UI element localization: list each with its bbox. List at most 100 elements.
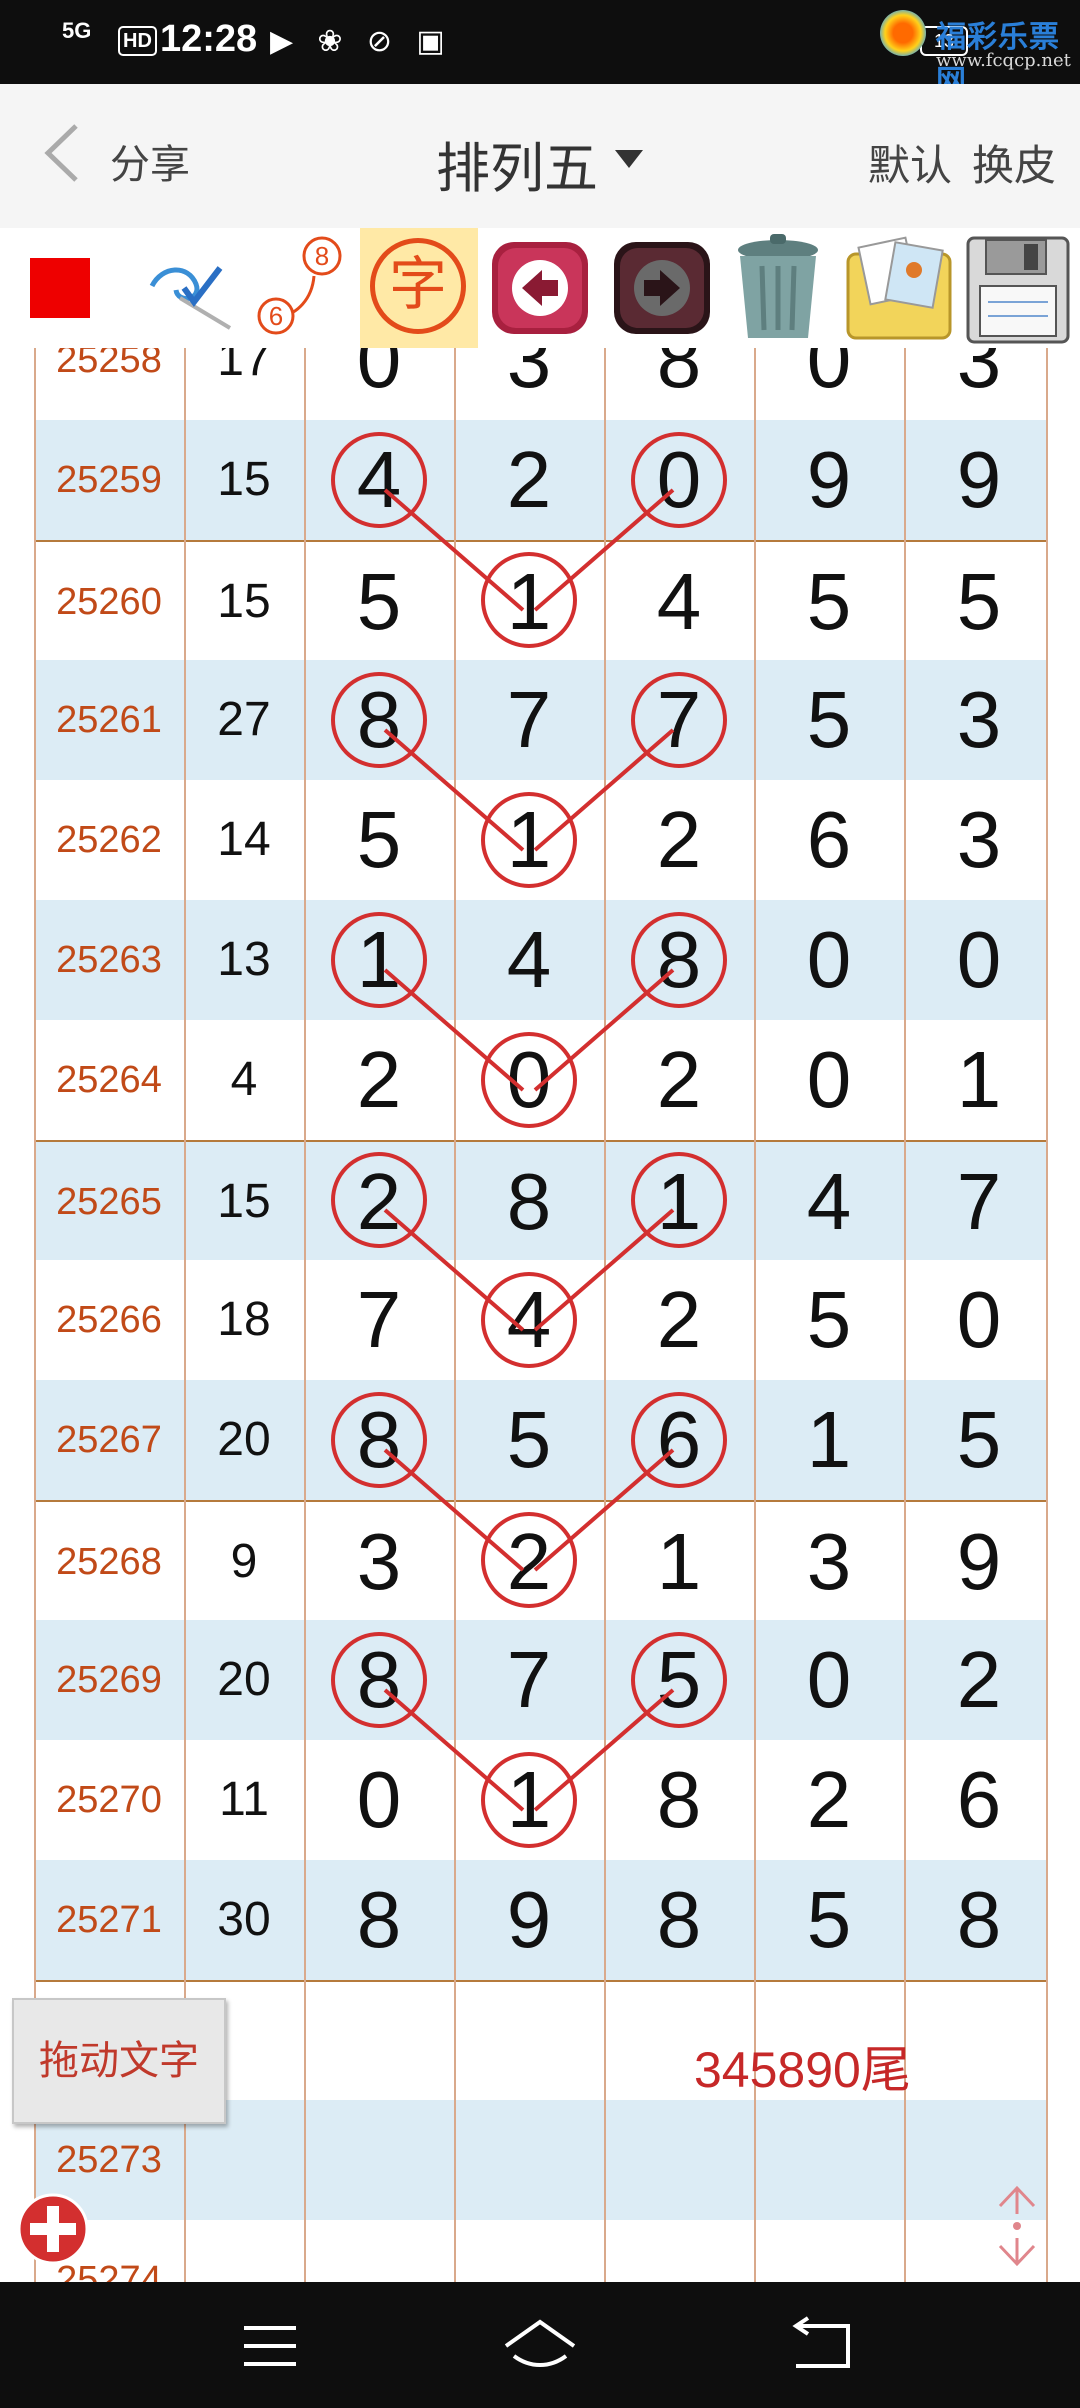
- draw-digit[interactable]: 5: [754, 660, 904, 780]
- draw-digit[interactable]: 1: [454, 542, 604, 662]
- back-nav-icon[interactable]: [782, 2316, 862, 2376]
- draw-digit[interactable]: 6: [904, 1740, 1054, 1860]
- draw-digit[interactable]: 5: [754, 542, 904, 662]
- default-button[interactable]: 默认: [868, 132, 952, 193]
- draw-digit[interactable]: 4: [604, 542, 754, 662]
- page-title[interactable]: 排列五: [436, 124, 598, 203]
- draw-digit[interactable]: 2: [604, 1020, 754, 1140]
- undo-arrow-icon[interactable]: [488, 228, 592, 348]
- draw-digit[interactable]: 7: [904, 1142, 1054, 1262]
- counter-tool-icon[interactable]: 8 6: [252, 228, 348, 348]
- draw-digit[interactable]: 2: [454, 1502, 604, 1622]
- draw-digit[interactable]: [454, 1982, 604, 2102]
- draw-digit[interactable]: 5: [754, 1860, 904, 1980]
- draw-digit[interactable]: 5: [304, 780, 454, 900]
- home-icon[interactable]: [500, 2316, 580, 2376]
- draw-digit[interactable]: 1: [304, 900, 454, 1020]
- draw-digit[interactable]: 7: [304, 1260, 454, 1380]
- draw-digit[interactable]: 8: [604, 348, 754, 420]
- draw-digit[interactable]: 3: [904, 780, 1054, 900]
- draw-digit[interactable]: 6: [754, 780, 904, 900]
- draw-digit[interactable]: 9: [904, 1502, 1054, 1622]
- draw-digit[interactable]: 3: [904, 660, 1054, 780]
- color-swatch-red[interactable]: [30, 258, 90, 318]
- draw-digit[interactable]: 0: [304, 348, 454, 420]
- draw-digit[interactable]: 8: [304, 1620, 454, 1740]
- draw-digit[interactable]: 1: [754, 1380, 904, 1500]
- draw-digit[interactable]: [304, 2100, 454, 2220]
- draw-digit[interactable]: 7: [604, 660, 754, 780]
- redo-arrow-icon[interactable]: [610, 228, 714, 348]
- draw-digit[interactable]: 1: [454, 780, 604, 900]
- draw-digit[interactable]: 0: [304, 1740, 454, 1860]
- draw-digit[interactable]: [754, 2220, 904, 2282]
- draw-digit[interactable]: [754, 2100, 904, 2220]
- text-tool-button[interactable]: 字: [360, 228, 478, 348]
- draw-digit[interactable]: 5: [304, 542, 454, 662]
- draw-digit[interactable]: 8: [304, 1380, 454, 1500]
- draw-digit[interactable]: 8: [304, 660, 454, 780]
- draw-digit[interactable]: 9: [904, 420, 1054, 540]
- draw-digit[interactable]: [904, 1982, 1054, 2102]
- draw-digit[interactable]: 3: [454, 348, 604, 420]
- draw-digit[interactable]: 0: [754, 1620, 904, 1740]
- draw-digit[interactable]: 2: [454, 420, 604, 540]
- draw-digit[interactable]: 0: [604, 420, 754, 540]
- draw-digit[interactable]: 5: [754, 1260, 904, 1380]
- draw-digit[interactable]: 9: [454, 1860, 604, 1980]
- annotation-text[interactable]: 345890尾: [694, 2030, 911, 2102]
- pen-tool-icon[interactable]: [140, 228, 240, 348]
- draw-digit[interactable]: 9: [754, 420, 904, 540]
- draw-digit[interactable]: 2: [754, 1740, 904, 1860]
- draw-digit[interactable]: [454, 2100, 604, 2220]
- draw-digit[interactable]: 5: [604, 1620, 754, 1740]
- add-plus-icon[interactable]: [16, 2192, 90, 2266]
- draw-digit[interactable]: 8: [304, 1860, 454, 1980]
- photo-album-icon[interactable]: [840, 228, 958, 348]
- draw-digit[interactable]: 7: [454, 1620, 604, 1740]
- draw-digit[interactable]: 4: [454, 1260, 604, 1380]
- title-dropdown-icon[interactable]: [615, 150, 643, 168]
- draw-digit[interactable]: 8: [604, 1860, 754, 1980]
- draw-digit[interactable]: 8: [604, 1740, 754, 1860]
- draw-digit[interactable]: 0: [454, 1020, 604, 1140]
- draw-digit[interactable]: 3: [904, 348, 1054, 420]
- draw-digit[interactable]: 1: [904, 1020, 1054, 1140]
- draw-digit[interactable]: 0: [754, 900, 904, 1020]
- trash-icon[interactable]: [722, 228, 834, 348]
- draw-digit[interactable]: 2: [604, 780, 754, 900]
- draw-digit[interactable]: 0: [904, 1260, 1054, 1380]
- draw-digit[interactable]: 3: [754, 1502, 904, 1622]
- draw-digit[interactable]: 0: [754, 1020, 904, 1140]
- draw-digit[interactable]: [304, 1982, 454, 2102]
- share-button[interactable]: 分享: [110, 132, 190, 190]
- draw-digit[interactable]: 2: [304, 1142, 454, 1262]
- drag-text-button[interactable]: 拖动文字: [12, 1998, 226, 2124]
- draw-digit[interactable]: 5: [454, 1380, 604, 1500]
- draw-digit[interactable]: 1: [604, 1502, 754, 1622]
- draw-digit[interactable]: 3: [304, 1502, 454, 1622]
- draw-digit[interactable]: [604, 2220, 754, 2282]
- menu-icon[interactable]: [230, 2316, 310, 2376]
- draw-digit[interactable]: 2: [904, 1620, 1054, 1740]
- draw-digit[interactable]: [304, 2220, 454, 2282]
- draw-digit[interactable]: 4: [754, 1142, 904, 1262]
- draw-history-grid[interactable]: 25258 17 0 3 8 0 3 25259 15 4 2 0 9 9 25260 15 5 1 4 5 5 2526…: [0, 348, 1080, 2282]
- draw-digit[interactable]: [604, 2100, 754, 2220]
- save-floppy-icon[interactable]: [962, 228, 1074, 348]
- draw-digit[interactable]: 7: [454, 660, 604, 780]
- draw-digit[interactable]: 5: [904, 542, 1054, 662]
- draw-digit[interactable]: 2: [604, 1260, 754, 1380]
- back-chevron-icon[interactable]: [38, 122, 88, 184]
- draw-digit[interactable]: 8: [454, 1142, 604, 1262]
- draw-digit[interactable]: 0: [754, 348, 904, 420]
- draw-digit[interactable]: 4: [454, 900, 604, 1020]
- draw-digit[interactable]: 5: [904, 1380, 1054, 1500]
- draw-digit[interactable]: 6: [604, 1380, 754, 1500]
- draw-digit[interactable]: 8: [904, 1860, 1054, 1980]
- scroll-updown-icon[interactable]: [990, 2184, 1044, 2268]
- draw-digit[interactable]: 1: [454, 1740, 604, 1860]
- change-skin-button[interactable]: 换皮: [972, 132, 1056, 193]
- draw-digit[interactable]: 8: [604, 900, 754, 1020]
- draw-digit[interactable]: 2: [304, 1020, 454, 1140]
